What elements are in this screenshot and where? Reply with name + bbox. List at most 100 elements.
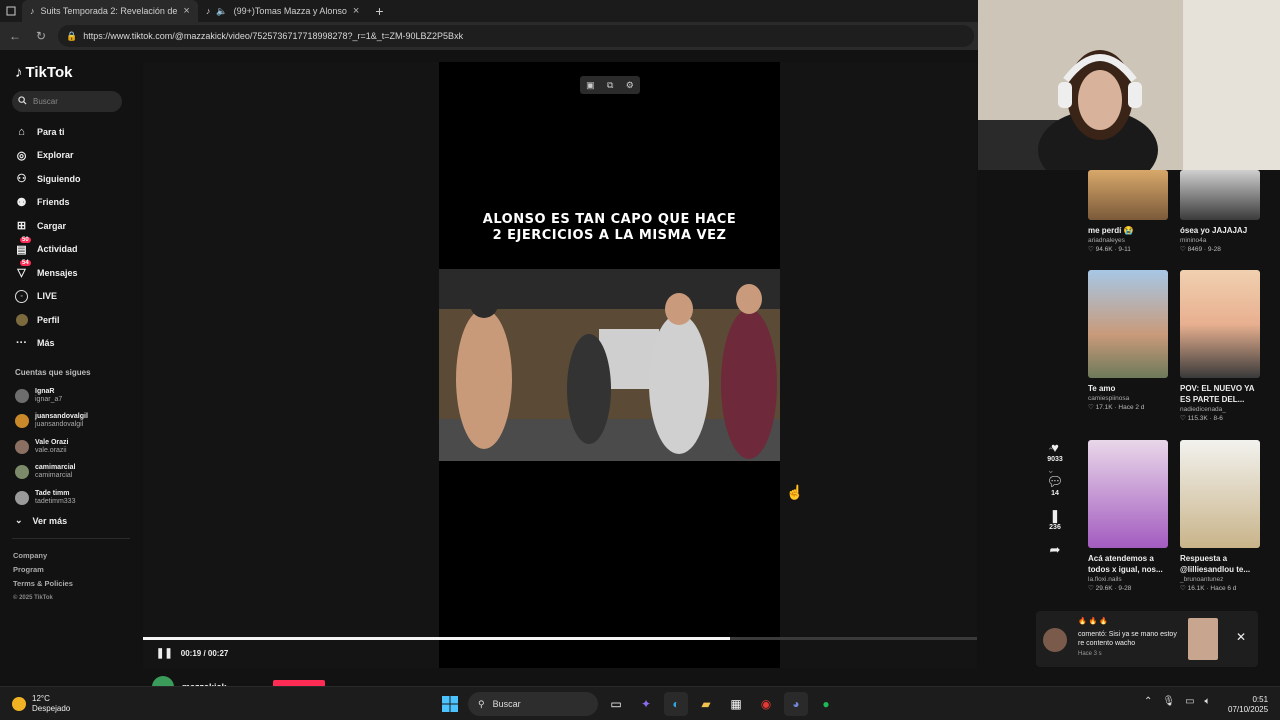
activity-badge: 50 [20, 236, 31, 243]
share-icon[interactable]: ➦ [1050, 542, 1061, 558]
chevron-up-icon[interactable]: ⌃ [1144, 696, 1152, 707]
compass-icon: ◎ [16, 149, 27, 162]
windows-start-icon[interactable] [438, 692, 462, 716]
sidebar-item-mensajes[interactable]: ▽ 54 Mensajes [15, 260, 81, 285]
weather-widget[interactable]: 12°C Despejado [12, 694, 70, 714]
video-thumbnail [1088, 440, 1168, 548]
sidebar-divider [12, 538, 130, 539]
avatar [15, 465, 29, 480]
following-section-title: Cuentas que sigues [15, 368, 91, 377]
video-progress-fill [143, 637, 730, 640]
search-icon: ⚲ [478, 698, 485, 709]
search-icon [18, 96, 27, 107]
tiktok-page: ♪ TikTok Buscar ⌂ Para ti ◎ Explorar ⚇ Sigu… [0, 50, 1080, 698]
sidebar-item-mas[interactable]: ··· Más [15, 332, 81, 356]
video-thumbnail [1180, 440, 1260, 548]
recommended-card[interactable]: me perdí 😭 ariadnaleyes ♡ 94.6K · 9-11 [1088, 170, 1168, 253]
following-list: IgnaR ignar_a7 juansandovalgil juansandova… [15, 383, 88, 511]
reload-icon[interactable]: ↻ [32, 29, 50, 43]
new-tab-button[interactable]: + [367, 3, 391, 19]
copilot-icon[interactable]: ✦ [634, 692, 658, 716]
recommended-card[interactable]: ósea yo JAJAJAJ minino4a ♡ 8469 · 9-28 [1180, 170, 1260, 253]
search-input[interactable]: Buscar [12, 91, 122, 112]
sidebar-item-live[interactable]: ◦ LIVE [15, 285, 81, 309]
chrome-icon[interactable]: ◉ [754, 692, 778, 716]
footer-link-company[interactable]: Company [13, 549, 73, 563]
video-frame [439, 269, 780, 461]
following-item[interactable]: camimarcial camimarcial [15, 460, 88, 486]
following-item[interactable]: Vale Orazi vale.orazii [15, 434, 88, 460]
volume-icon[interactable]: 🔈︎ [1205, 696, 1211, 707]
comment-count: 14 [1051, 490, 1059, 497]
tiktok-note-icon: ♪ [15, 64, 23, 81]
pause-icon[interactable]: ❚❚ [156, 648, 173, 659]
tab-suits[interactable]: ♪ Suits Temporada 2: Revelación de × [22, 0, 198, 22]
video-time: ❚❚ 00:19 / 00:27 [156, 648, 229, 659]
address-bar-row: ← ↻ 🔒 https://www.tiktok.com/@mazzakick/… [0, 22, 978, 50]
sidebar-item-actividad[interactable]: ▤ 50 Actividad [15, 236, 81, 262]
window-menu-icon[interactable] [0, 0, 22, 22]
pip-icon[interactable]: ▣ [586, 80, 595, 91]
sidebar-item-cargar[interactable]: ⊞ Cargar [15, 214, 81, 238]
lock-icon[interactable]: 🔒 [66, 31, 77, 42]
comment-notification[interactable]: 🔥 🔥 🔥 comentó: Sisi ya se mano estoy re … [1036, 611, 1258, 667]
avatar [15, 490, 29, 505]
friends-icon: ⚉ [16, 196, 27, 209]
ver-mas-button[interactable]: ⌄ Ver más [15, 515, 67, 526]
avatar [15, 388, 29, 403]
comment-icon[interactable]: 💬︎ [1047, 474, 1064, 490]
following-icon: ⚇ [16, 173, 27, 186]
following-item[interactable]: juansandovalgil juansandovalgil [15, 409, 88, 435]
back-icon[interactable]: ← [6, 29, 24, 43]
tiktok-logo[interactable]: ♪ TikTok [15, 64, 72, 81]
bookmark-icon[interactable]: ❚ [1050, 508, 1061, 524]
avatar [1043, 628, 1067, 652]
network-icon[interactable]: ▭ [1185, 696, 1194, 707]
like-count: 9033 [1047, 456, 1063, 463]
footer-link-terms[interactable]: Terms & Policies [13, 577, 73, 591]
discord-icon[interactable]: ◕ [784, 692, 808, 716]
settings-icon[interactable]: ⚙ [626, 80, 634, 91]
close-icon[interactable]: ✕ [1236, 630, 1246, 644]
sidebar-item-perfil[interactable]: Perfil [15, 308, 81, 332]
recommended-card[interactable]: Respuesta a @lilliesandlou te... _brunoa… [1180, 440, 1260, 592]
sidebar-nav: ⌂ Para ti ◎ Explorar ⚇ Siguiendo ⚉ Friends ⊞… [15, 120, 81, 355]
recommended-card[interactable]: Acá atendemos a todos x igual, nos... la… [1088, 440, 1168, 592]
store-icon[interactable]: ▦ [724, 692, 748, 716]
sidebar-item-friends[interactable]: ⚉ Friends [15, 191, 81, 215]
sidebar-item-siguiendo[interactable]: ⚇ Siguiendo [15, 167, 81, 191]
tab-tomas-mazza[interactable]: ♪ 🔈 (99+)Tomas Mazza y Alonso × [198, 0, 367, 22]
task-view-icon[interactable]: ▭ [604, 692, 628, 716]
sidebar-item-para-ti[interactable]: ⌂ Para ti [15, 120, 81, 144]
recommended-card[interactable]: Te amo camiespiinosa ♡ 17.1K · Hace 2 d [1088, 270, 1168, 411]
sidebar-item-explorar[interactable]: ◎ Explorar [15, 144, 81, 168]
speaker-icon[interactable]: 🔈 [216, 6, 227, 17]
footer-link-program[interactable]: Program [13, 563, 73, 577]
url-field[interactable]: 🔒 https://www.tiktok.com/@mazzakick/vide… [58, 25, 974, 47]
clock[interactable]: 0:51 07/10/2025 [1228, 695, 1268, 715]
edge-icon[interactable]: ◐ [664, 692, 688, 716]
folder-icon[interactable]: ▰ [694, 692, 718, 716]
messages-icon: ▽ 54 [17, 260, 31, 280]
spotify-icon[interactable]: ● [814, 692, 838, 716]
system-tray: ⌃ 🎙︎ ▭ 🔈︎ [1144, 696, 1211, 707]
browser-tabbar: ♪ Suits Temporada 2: Revelación de × ♪ 🔈… [0, 0, 978, 22]
close-tab-icon[interactable]: × [183, 5, 189, 17]
cast-icon[interactable]: ⧉ [607, 80, 613, 91]
microphone-icon[interactable]: 🎙︎ [1162, 696, 1175, 707]
more-icon: ··· [16, 337, 27, 350]
video-caption: ALONSO ES TAN CAPO QUE HACE 2 EJERCICIOS… [482, 212, 737, 243]
profile-icon [15, 313, 28, 326]
following-item[interactable]: Tade timm tadetimm333 [15, 485, 88, 511]
heart-icon[interactable]: ♥ [1051, 440, 1059, 456]
video-progress-bar[interactable] [143, 637, 977, 640]
following-item[interactable]: IgnaR ignar_a7 [15, 383, 88, 409]
save-count: 236 [1049, 524, 1061, 531]
taskbar-search[interactable]: ⚲ Buscar [468, 692, 598, 716]
sidebar: ♪ TikTok Buscar ⌂ Para ti ◎ Explorar ⚇ Sigu… [0, 50, 143, 686]
video-thumbnail [1088, 170, 1168, 220]
live-icon: ◦ [15, 289, 28, 303]
windows-taskbar: 12°C Despejado ⚲ Buscar ▭ ✦ ◐ ▰ ▦ ◉ ◕ ● … [0, 686, 1280, 720]
close-tab-icon[interactable]: × [353, 5, 359, 17]
recommended-card[interactable]: POV: EL NUEVO YA ES PARTE DEL... nadiedi… [1180, 270, 1260, 422]
